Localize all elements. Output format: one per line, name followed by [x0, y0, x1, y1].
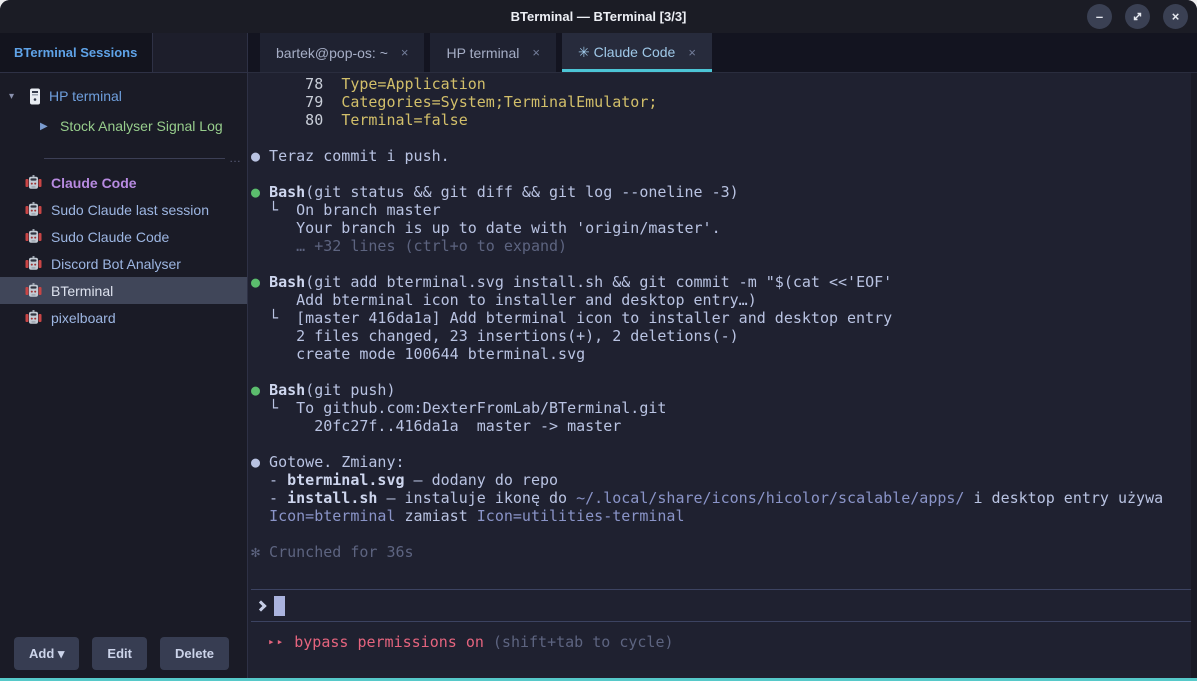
terminal-line: - install.sh — instaluje ikonę do ~/.loc… [251, 489, 1187, 507]
session-label: pixelboard [51, 310, 116, 326]
terminal-line: 78 Type=Application [251, 75, 1187, 93]
terminal-line: 80 Terminal=false [251, 111, 1187, 129]
tab-hp-terminal[interactable]: HP terminal × [430, 33, 555, 72]
terminal-line [251, 525, 1187, 543]
terminal-line [251, 165, 1187, 183]
terminal-line: ● Teraz commit i push. [251, 147, 1187, 165]
prompt-input[interactable] [251, 589, 1197, 622]
terminal-line: … +32 lines (ctrl+o to expand) [251, 237, 1187, 255]
terminal-line: ● Bash(git push) [251, 381, 1187, 399]
window-title: BTerminal — BTerminal [3/3] [511, 9, 687, 24]
close-icon[interactable]: × [401, 45, 409, 60]
terminal-line: └ On branch master [251, 201, 1187, 219]
sidebar-item-discord-bot-analyser[interactable]: Discord Bot Analyser [0, 250, 247, 277]
main-area: bartek@pop-os: ~×HP terminal×✳ Claude Co… [248, 33, 1197, 678]
terminal-line: ● Bash(git add bterminal.svg install.sh … [251, 273, 1187, 291]
sidebar-buttons: Add ▾ Edit Delete [14, 637, 229, 670]
sidebar-divider: … [44, 155, 241, 161]
terminal-line [251, 435, 1187, 453]
permissions-status[interactable]: ▸▸ bypass permissions on (shift+tab to c… [251, 633, 1187, 651]
session-label: Sudo Claude last session [51, 202, 209, 218]
divider-line [44, 158, 225, 159]
sidebar-header-spacer [153, 33, 247, 73]
app-body: BTerminal Sessions ▾ HP termin [0, 33, 1197, 678]
terminal-line [251, 129, 1187, 147]
sidebar-header-tab[interactable]: BTerminal Sessions [0, 33, 153, 73]
tab-label: HP terminal [446, 45, 519, 61]
terminal-line: 79 Categories=System;TerminalEmulator; [251, 93, 1187, 111]
terminal-line: 2 files changed, 23 insertions(+), 2 del… [251, 327, 1187, 345]
tab-label: bartek@pop-os: ~ [276, 45, 388, 61]
terminal-line: ✻ Crunched for 36s [251, 543, 1187, 561]
terminal-line [251, 255, 1187, 273]
sessions-sidebar: BTerminal Sessions ▾ HP termin [0, 33, 248, 678]
tab-label: ✳ Claude Code [578, 44, 675, 61]
minimize-icon: – [1096, 9, 1103, 24]
tree-item-label: Stock Analyser Signal Log [60, 118, 223, 134]
play-icon[interactable]: ▶ [40, 121, 54, 132]
delete-button[interactable]: Delete [160, 637, 229, 670]
close-icon: × [1172, 9, 1180, 24]
robot-icon [25, 175, 42, 190]
terminal-line: Add bterminal icon to installer and desk… [251, 291, 1187, 309]
terminal-line: create mode 100644 bterminal.svg [251, 345, 1187, 363]
terminal-line: └ To github.com:DexterFromLab/BTerminal.… [251, 399, 1187, 417]
chevron-down-icon[interactable]: ▾ [9, 91, 21, 102]
close-icon[interactable]: × [532, 45, 540, 60]
terminal-line: └ [master 416da1a] Add bterminal icon to… [251, 309, 1187, 327]
sidebar-header: BTerminal Sessions [0, 33, 247, 73]
computer-icon [29, 88, 41, 105]
scrollbar[interactable] [1191, 73, 1197, 678]
title-bar[interactable]: BTerminal — BTerminal [3/3] – × [0, 0, 1197, 33]
terminal-line: ● Gotowe. Zmiany: [251, 453, 1187, 471]
robot-icon [25, 202, 42, 217]
tree-item-hp-terminal[interactable]: ▾ HP terminal [0, 81, 247, 111]
text-cursor [274, 596, 285, 616]
minimize-button[interactable]: – [1087, 4, 1112, 29]
robot-icon [25, 310, 42, 325]
window-controls: – × [1087, 4, 1188, 29]
prompt-chevron-icon [255, 600, 266, 611]
tab-bar: bartek@pop-os: ~×HP terminal×✳ Claude Co… [248, 33, 1197, 73]
close-icon[interactable]: × [688, 45, 696, 60]
robot-icon [25, 229, 42, 244]
terminal-view[interactable]: 78 Type=Application 79 Categories=System… [248, 73, 1197, 678]
robot-icon [25, 256, 42, 271]
terminal-line: 20fc27f..416da1a master -> master [251, 417, 1187, 435]
session-label: Claude Code [51, 175, 137, 191]
tree-item-stock-analyser-signal-log[interactable]: ▶ Stock Analyser Signal Log [0, 111, 247, 141]
terminal-line: ● Bash(git status && git diff && git log… [251, 183, 1187, 201]
session-tree: ▾ HP terminal ▶ Stock Analyser Signal Lo… [0, 73, 247, 141]
permission-mode-label: bypass permissions on [294, 633, 484, 651]
terminal-line: - bterminal.svg — dodany do repo [251, 471, 1187, 489]
sidebar-header-title: BTerminal Sessions [14, 45, 137, 60]
maximize-button[interactable] [1125, 4, 1150, 29]
close-button[interactable]: × [1163, 4, 1188, 29]
sidebar-item-bterminal[interactable]: BTerminal [0, 277, 247, 304]
sidebar-item-claude-code[interactable]: Claude Code [0, 169, 247, 196]
session-label: Discord Bot Analyser [51, 256, 181, 272]
add-button[interactable]: Add ▾ [14, 637, 79, 670]
robot-icon [25, 283, 42, 298]
sidebar-item-sudo-claude-code[interactable]: Sudo Claude Code [0, 223, 247, 250]
sidebar-item-pixelboard[interactable]: pixelboard [0, 304, 247, 331]
terminal-output: 78 Type=Application 79 Categories=System… [251, 75, 1187, 561]
double-arrow-icon: ▸▸ [268, 633, 285, 651]
terminal-line: Your branch is up to date with 'origin/m… [251, 219, 1187, 237]
sidebar-item-sudo-claude-last-session[interactable]: Sudo Claude last session [0, 196, 247, 223]
terminal-line: Icon=bterminal zamiast Icon=utilities-te… [251, 507, 1187, 525]
maximize-icon [1132, 11, 1143, 22]
tab-claude-code[interactable]: ✳ Claude Code × [562, 33, 712, 72]
terminal-line [251, 363, 1187, 381]
divider-ellipsis: … [229, 155, 241, 161]
cycle-hint-label: (shift+tab to cycle) [493, 633, 674, 651]
session-list: Claude Code Sudo Claude last session Sudo … [0, 169, 247, 331]
session-label: BTerminal [51, 283, 113, 299]
tab-bartek-pop-os[interactable]: bartek@pop-os: ~ × [260, 33, 424, 72]
edit-button[interactable]: Edit [92, 637, 147, 670]
session-label: Sudo Claude Code [51, 229, 169, 245]
app-window: BTerminal — BTerminal [3/3] – × BTermina… [0, 0, 1197, 681]
tree-item-label: HP terminal [49, 88, 122, 104]
